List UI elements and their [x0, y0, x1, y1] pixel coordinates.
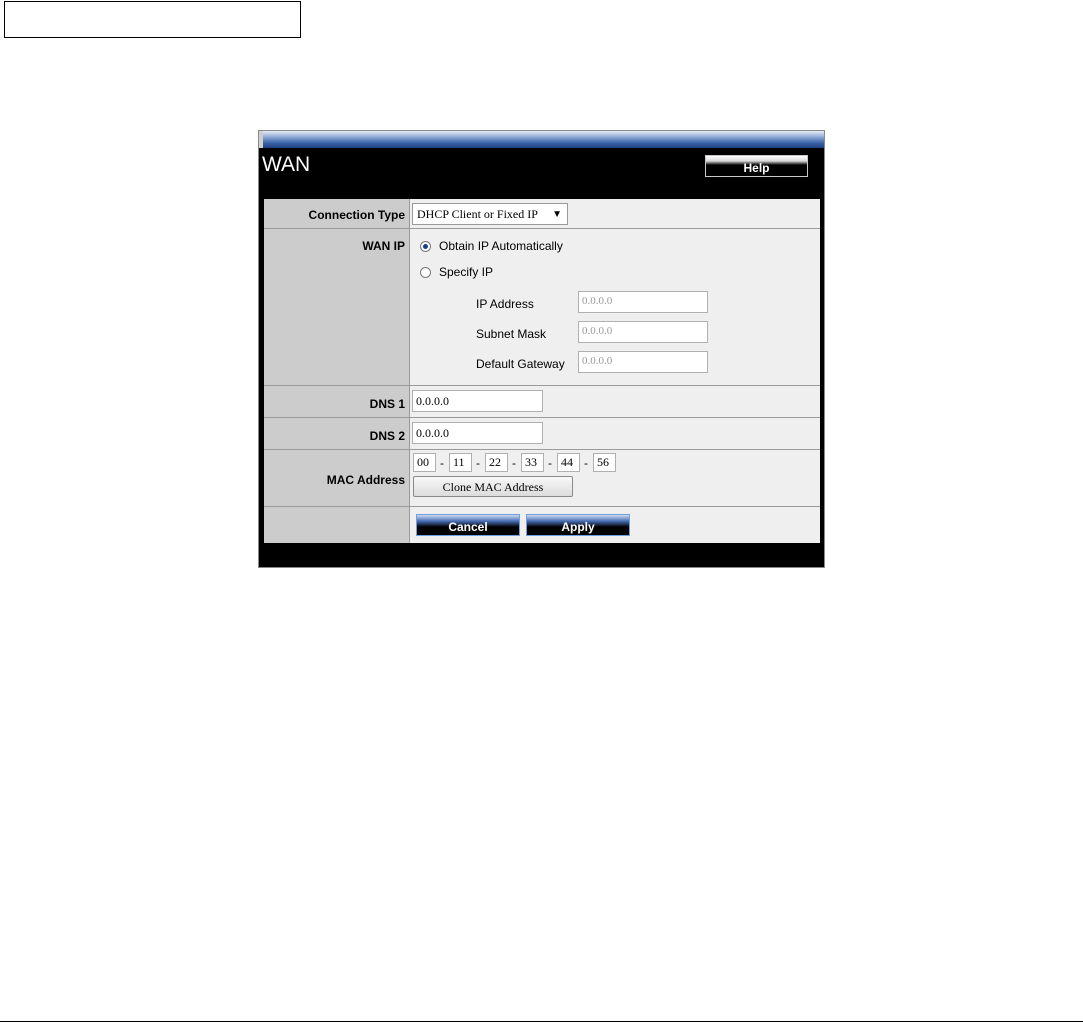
- connection-type-label: Connection Type: [264, 199, 410, 228]
- actions-label-cell: [264, 507, 410, 543]
- row-wan-ip: WAN IP Obtain IP Automatically Specify I…: [264, 229, 820, 386]
- connection-type-value: DHCP Client or Fixed IP: [417, 207, 538, 221]
- ip-address-input[interactable]: 0.0.0.0: [578, 291, 708, 313]
- help-button[interactable]: Help: [705, 155, 808, 177]
- mac-separator: -: [512, 456, 516, 470]
- subnet-mask-label: Subnet Mask: [476, 327, 547, 341]
- top-frame-box: [4, 1, 301, 38]
- mac-address-label: MAC Address: [264, 450, 410, 506]
- connection-type-select[interactable]: DHCP Client or Fixed IP ▼: [412, 203, 568, 225]
- row-dns2: DNS 2 0.0.0.0: [264, 418, 820, 450]
- radio-obtain-auto[interactable]: Obtain IP Automatically: [420, 239, 563, 253]
- connection-type-cell: DHCP Client or Fixed IP ▼: [410, 199, 820, 228]
- row-actions: Cancel Apply: [264, 507, 820, 543]
- mac-octet-3[interactable]: 22: [485, 453, 508, 472]
- radio-specify-ip[interactable]: Specify IP: [420, 265, 493, 279]
- dns1-label: DNS 1: [264, 386, 410, 417]
- ip-address-label: IP Address: [476, 297, 534, 311]
- mac-separator: -: [584, 456, 588, 470]
- subnet-mask-input[interactable]: 0.0.0.0: [578, 321, 708, 343]
- page-title: WAN: [262, 153, 311, 176]
- mac-separator: -: [548, 456, 552, 470]
- default-gateway-label: Default Gateway: [476, 357, 565, 371]
- wan-ip-label: WAN IP: [264, 229, 410, 385]
- dns1-cell: 0.0.0.0: [410, 386, 820, 417]
- mac-octet-5[interactable]: 44: [557, 453, 580, 472]
- mac-octet-2[interactable]: 11: [449, 453, 472, 472]
- specify-ip-label: Specify IP: [439, 265, 494, 279]
- cancel-button[interactable]: Cancel: [416, 514, 520, 536]
- panel-header-bar: [259, 131, 824, 148]
- default-gateway-input[interactable]: 0.0.0.0: [578, 351, 708, 373]
- actions-cell: Cancel Apply: [410, 507, 820, 543]
- radio-unchecked-icon[interactable]: [420, 266, 431, 278]
- row-mac-address: MAC Address 00 - 11 - 22 - 33 - 44 - 56 …: [264, 450, 820, 507]
- wan-ip-cell: Obtain IP Automatically Specify IP IP Ad…: [410, 229, 820, 385]
- mac-octet-4[interactable]: 33: [521, 453, 544, 472]
- wan-panel: WAN Help Connection Type DHCP Client or …: [258, 130, 825, 568]
- bottom-divider: [0, 1021, 1083, 1022]
- mac-address-cell: 00 - 11 - 22 - 33 - 44 - 56 Clone MAC Ad…: [410, 450, 820, 506]
- dns2-input[interactable]: 0.0.0.0: [412, 422, 543, 444]
- mac-separator: -: [476, 456, 480, 470]
- obtain-auto-label: Obtain IP Automatically: [439, 239, 563, 253]
- clone-mac-address-button[interactable]: Clone MAC Address: [413, 476, 573, 497]
- mac-octet-6[interactable]: 56: [593, 453, 616, 472]
- radio-checked-icon[interactable]: [420, 240, 431, 252]
- mac-separator: -: [440, 456, 444, 470]
- row-dns1: DNS 1 0.0.0.0: [264, 386, 820, 418]
- mac-octet-1[interactable]: 00: [413, 453, 436, 472]
- row-connection-type: Connection Type DHCP Client or Fixed IP …: [264, 199, 820, 229]
- wan-form: Connection Type DHCP Client or Fixed IP …: [264, 199, 820, 543]
- dns2-cell: 0.0.0.0: [410, 418, 820, 449]
- dns2-label: DNS 2: [264, 418, 410, 449]
- apply-button[interactable]: Apply: [526, 514, 630, 536]
- chevron-down-icon: ▼: [552, 209, 562, 220]
- dns1-input[interactable]: 0.0.0.0: [412, 390, 543, 412]
